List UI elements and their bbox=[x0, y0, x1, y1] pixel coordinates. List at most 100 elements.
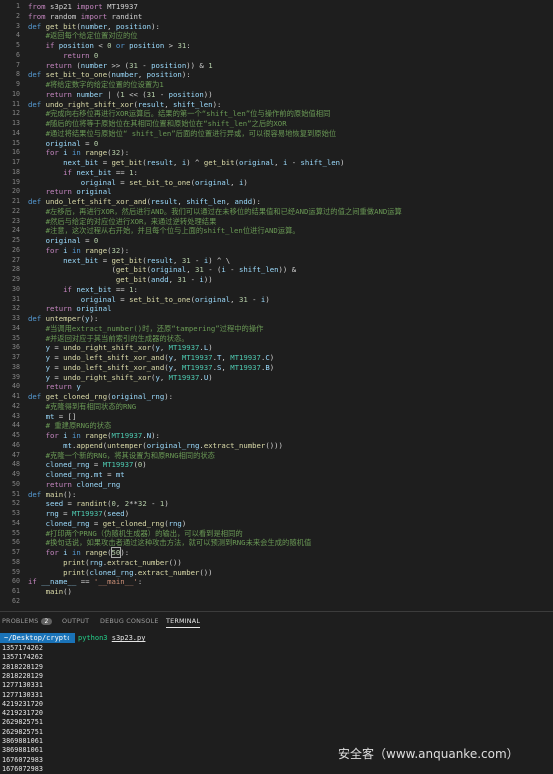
code-text: print(cloned_rng.extract_number()) bbox=[28, 567, 212, 578]
code-line[interactable]: 26 for i in range(32): bbox=[0, 246, 553, 256]
code-line[interactable]: 34 #当调用extract_number()时，还原“tampering”过程… bbox=[0, 324, 553, 334]
code-line[interactable]: 35 #并返回对应于其当前索引的生成器的状态。 bbox=[0, 334, 553, 344]
code-token: - ( bbox=[203, 265, 222, 275]
code-line[interactable]: 44 # 重建原RNG的状态 bbox=[0, 421, 553, 431]
line-number: 47 bbox=[12, 450, 20, 459]
line-number: 17 bbox=[12, 158, 20, 166]
code-line[interactable]: 3 def get_bit(number, position): bbox=[0, 22, 553, 32]
code-line[interactable]: 14 #通过将结果位与原始位“ shift_len”后面的位置进行异或，可以很容… bbox=[0, 129, 553, 139]
code-line[interactable]: 9 #将给定数字的给定位置的位设置为1 bbox=[0, 80, 553, 90]
code-line[interactable]: 48 cloned_rng = MT19937(0) bbox=[0, 460, 553, 470]
code-line[interactable]: 17 next_bit = get_bit(result, i) ^ get_b… bbox=[0, 158, 553, 168]
code-text: #将给定数字的给定位置的位设置为1 bbox=[28, 80, 164, 90]
code-token: , bbox=[221, 362, 231, 372]
code-line[interactable]: 4 #返回每个给定位置对应的位 bbox=[0, 31, 553, 41]
code-line[interactable]: 20 return original bbox=[0, 187, 553, 197]
code-line[interactable]: 55 #打印两个PRNG（伪随机生成器）的输出，可以看到是相同的 bbox=[0, 529, 553, 539]
code-line[interactable]: 10 return number | (1 << (31 - position)… bbox=[0, 90, 553, 100]
code-line[interactable]: 8 def set_bit_to_one(number, position): bbox=[0, 70, 553, 80]
code-line[interactable]: 33 def untemper(y): bbox=[0, 314, 553, 324]
code-line[interactable]: 45 for i in range(MT19937.N): bbox=[0, 431, 553, 441]
code-token: 0 bbox=[93, 236, 99, 245]
code-line[interactable]: 6 return 0 bbox=[0, 51, 553, 61]
code-line[interactable]: 21 def undo_left_shift_xor_and(result, sh… bbox=[0, 197, 553, 207]
code-line[interactable]: 52 seed = randint(0, 2**32 - 1) bbox=[0, 499, 553, 509]
code-token: >> ( bbox=[107, 60, 130, 70]
code-line[interactable]: 43 mt = [] bbox=[0, 412, 553, 422]
code-line[interactable]: 62 bbox=[0, 597, 553, 607]
code-line[interactable]: 49 cloned_rng.mt = mt bbox=[0, 470, 553, 480]
code-token: for bbox=[45, 245, 64, 255]
code-text: if next_bit == 1: bbox=[28, 285, 138, 295]
command-file[interactable]: s3p23.py bbox=[112, 634, 146, 642]
code-line[interactable]: 28 (get_bit(original, 31 - (i - shift_le… bbox=[0, 265, 553, 275]
code-text: return 0 bbox=[28, 51, 98, 61]
code-line[interactable]: 41 def get_cloned_rng(original_rng): bbox=[0, 392, 553, 402]
code-line[interactable]: 50 return cloned_rng bbox=[0, 480, 553, 490]
code-token: def bbox=[28, 197, 46, 206]
line-number: 42 bbox=[12, 401, 20, 410]
code-line[interactable]: 38 y = undo_left_shift_xor_and(y, MT1993… bbox=[0, 363, 553, 373]
code-line[interactable]: 46 mt.append(untemper(original_rng.extra… bbox=[0, 441, 553, 451]
code-token: = bbox=[49, 372, 64, 382]
code-line[interactable]: 1 from s3p21 import MT19937 bbox=[0, 2, 553, 12]
code-line[interactable]: 24 #注意，这次过程从右开始，并且每个位与上面的shift_len位进行AND… bbox=[0, 226, 553, 236]
tab-problems[interactable]: PROBLEMS 2 bbox=[2, 617, 52, 625]
code-line[interactable]: 36 y = undo_right_shift_xor(y, MT19937.L… bbox=[0, 343, 553, 353]
code-line[interactable]: 30 if next_bit == 1: bbox=[0, 285, 553, 295]
code-line[interactable]: 32 return original bbox=[0, 304, 553, 314]
line-number: 49 bbox=[12, 470, 20, 478]
code-line[interactable]: 25 original = 0 bbox=[0, 236, 553, 246]
code-line[interactable]: 16 for i in range(32): bbox=[0, 148, 553, 158]
code-line[interactable]: 11 def undo_right_shift_xor(result, shift… bbox=[0, 100, 553, 110]
code-line[interactable]: 58 print(rng.extract_number()) bbox=[0, 558, 553, 568]
tab-terminal[interactable]: TERMINAL bbox=[166, 617, 201, 628]
code-line[interactable]: 42 #克隆得到有相同状态的RNG bbox=[0, 402, 553, 412]
code-line[interactable]: 56 #换句话说，如果攻击者通过这种攻击方法，就可以预测到RNG未来会生成的随机… bbox=[0, 538, 553, 548]
code-line[interactable]: 5 if position < 0 or position > 31: bbox=[0, 41, 553, 51]
code-token: or bbox=[115, 41, 130, 50]
code-token: ) bbox=[164, 499, 169, 509]
code-line[interactable]: 59 print(cloned_rng.extract_number()) bbox=[0, 568, 553, 578]
code-line[interactable]: 57 for i in range(50): bbox=[0, 547, 553, 558]
code-editor[interactable]: 1 from s3p21 import MT19937 2 from random i… bbox=[0, 0, 553, 611]
code-token: print bbox=[63, 567, 86, 577]
code-line[interactable]: 60 if __name__ == '__main__': bbox=[0, 577, 553, 587]
code-line[interactable]: 27 next_bit = get_bit(result, 31 - i) ^ … bbox=[0, 256, 553, 266]
code-line[interactable]: 54 cloned_rng = get_cloned_rng(rng) bbox=[0, 519, 553, 529]
tab-debug-console[interactable]: DEBUG CONSOLE bbox=[100, 617, 159, 625]
line-number: 15 bbox=[12, 138, 20, 147]
code-line[interactable]: 7 return (number >> (31 - position)) & 1 bbox=[0, 61, 553, 71]
line-number: 38 bbox=[12, 362, 20, 371]
code-line[interactable]: 47 #克隆一个新的RNG，将其设置为和原RNG相同的状态 bbox=[0, 451, 553, 461]
code-line[interactable]: 37 y = undo_left_shift_xor_and(y, MT1993… bbox=[0, 353, 553, 363]
code-line[interactable]: 40 return y bbox=[0, 382, 553, 392]
code-token: )) bbox=[203, 275, 213, 284]
tab-output[interactable]: OUTPUT bbox=[62, 617, 89, 625]
code-line[interactable]: 13 #随后的位将等于原始位在其相同位置和原始位在“shift_len”之后的X… bbox=[0, 119, 553, 129]
code-token: () bbox=[63, 587, 72, 596]
code-token: extract_number bbox=[203, 440, 266, 450]
line-number: 55 bbox=[12, 528, 20, 537]
code-token: undo_right_shift_xor bbox=[45, 99, 134, 109]
code-line[interactable]: 39 y = undo_right_shift_xor(y, MT19937.U… bbox=[0, 373, 553, 383]
code-line[interactable]: 53 rng = MT19937(seed) bbox=[0, 509, 553, 519]
code-line[interactable]: 22 #左移后，再进行XOR，然后进行AND。我们可以通过在未移位的结果值和已经… bbox=[0, 207, 553, 217]
line-number: 6 bbox=[16, 50, 20, 59]
code-text: for i in range(MT19937.N): bbox=[28, 431, 160, 441]
code-line[interactable]: 15 original = 0 bbox=[0, 139, 553, 149]
code-token: range bbox=[85, 148, 108, 158]
code-line[interactable]: 18 if next_bit == 1: bbox=[0, 168, 553, 178]
code-line[interactable]: 19 original = set_bit_to_one(original, i… bbox=[0, 178, 553, 188]
code-line[interactable]: 23 #然后与给定的对应位进行XOR，来通过逆转处理结果 bbox=[0, 217, 553, 227]
code-line[interactable]: 29 get_bit(andd, 31 - i)) bbox=[0, 275, 553, 285]
code-line[interactable]: 51 def main(): bbox=[0, 490, 553, 500]
code-line[interactable]: 2 from random import randint bbox=[0, 12, 553, 22]
code-line[interactable]: 12 #完成向右移位再进行XOR运算后。结果的第一个“shift_len”位与操… bbox=[0, 109, 553, 119]
code-line[interactable]: 61 main() bbox=[0, 587, 553, 597]
code-line[interactable]: 31 original = set_bit_to_one(original, 3… bbox=[0, 295, 553, 305]
code-token: , bbox=[173, 158, 182, 167]
